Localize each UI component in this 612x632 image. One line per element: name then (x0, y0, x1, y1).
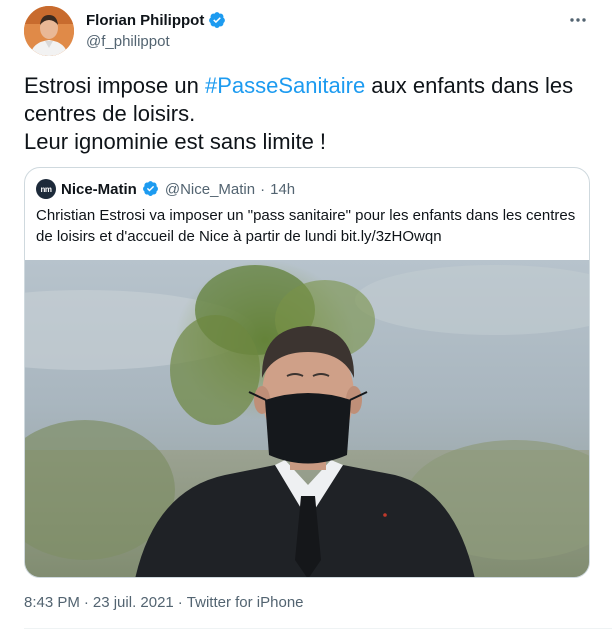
author-handle[interactable]: @f_philippot (86, 33, 170, 50)
author-avatar[interactable] (24, 6, 74, 56)
quoted-separator: · (260, 180, 266, 198)
tweet-date[interactable]: 23 juil. 2021 (93, 594, 174, 611)
tweet-text-part: aux enfants dans les (365, 73, 574, 98)
quoted-timestamp: 14h (270, 180, 296, 198)
more-options-button[interactable] (566, 10, 590, 30)
tweet-text-line-1: Estrosi impose un #PasseSanitaire aux en… (24, 72, 594, 100)
quoted-tweet-header: nm Nice-Matin @Nice_Matin · 14h (36, 179, 295, 199)
tweet-text-part: Estrosi impose un (24, 73, 205, 98)
tweet-source[interactable]: Twitter for iPhone (187, 594, 304, 611)
hashtag-link[interactable]: #PasseSanitaire (205, 73, 365, 98)
author-name-row: Florian Philippot (86, 11, 226, 29)
meta-separator: · (177, 594, 183, 611)
tweet-text: Estrosi impose un #PasseSanitaire aux en… (24, 72, 594, 156)
quoted-tweet-photo[interactable] (25, 260, 589, 577)
tweet-text-line-2: centres de loisirs. (24, 101, 196, 126)
tweet-text-line-3: Leur ignominie est sans limite ! (24, 129, 327, 154)
tweet-time[interactable]: 8:43 PM (24, 594, 80, 611)
quoted-author-handle: @Nice_Matin (164, 180, 256, 198)
meta-separator: · (83, 594, 89, 611)
photo-image (25, 260, 589, 577)
quoted-author-avatar: nm (36, 179, 56, 199)
quoted-tweet-text: Christian Estrosi va imposer un "pass sa… (36, 207, 576, 245)
avatar-image (24, 6, 74, 56)
more-horizontal-icon (570, 18, 586, 22)
quoted-author-logo-text: nm (40, 184, 53, 194)
verified-badge-icon (142, 180, 160, 198)
tweet-metadata: 8:43 PM · 23 juil. 2021 · Twitter for iP… (24, 594, 304, 611)
quoted-author-name: Nice-Matin (61, 180, 137, 198)
author-display-name[interactable]: Florian Philippot (86, 12, 204, 29)
quoted-tweet[interactable]: nm Nice-Matin @Nice_Matin · 14h Christia… (24, 167, 590, 578)
verified-badge-icon (208, 11, 226, 29)
tweet: Florian Philippot @f_philippot Estrosi i… (0, 0, 612, 632)
divider (24, 628, 612, 629)
